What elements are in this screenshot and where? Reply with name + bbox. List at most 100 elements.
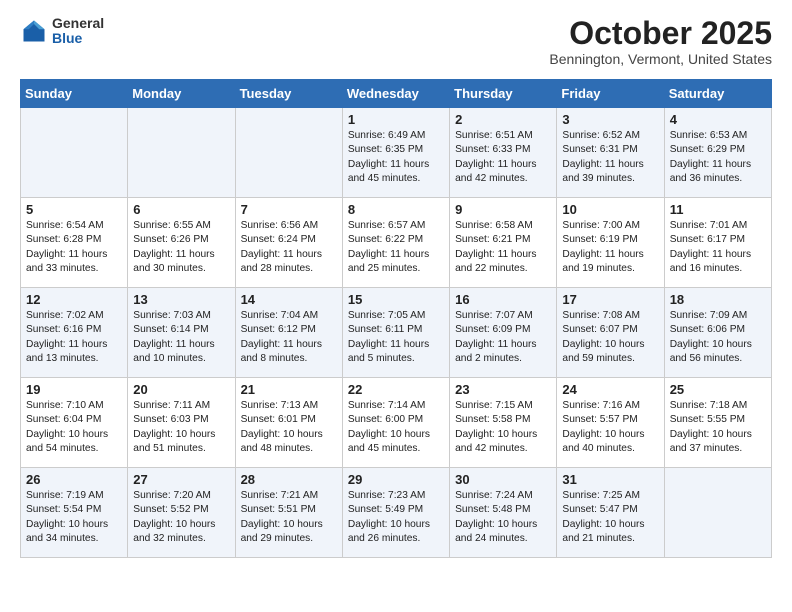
day-info: Sunrise: 6:58 AM Sunset: 6:21 PM Dayligh…	[455, 219, 551, 276]
week-row-5: 26 Sunrise: 7:19 AM Sunset: 5:54 PM Dayli…	[21, 468, 772, 558]
calendar-cell: 22Sunrise: 7:14 AM Sunset: 6:00 PM Dayli…	[342, 378, 449, 468]
day-number: 13	[133, 292, 229, 307]
day-number: 18	[670, 292, 766, 307]
logo-text: General Blue	[52, 16, 104, 47]
calendar-cell: 11 Sunrise: 7:01 AM Sunset: 6:17 PM Dayli…	[664, 198, 771, 288]
day-number: 16	[455, 292, 551, 307]
week-row-1: 1Sunrise: 6:49 AM Sunset: 6:35 PM Daylig…	[21, 108, 772, 198]
day-number: 20	[133, 382, 229, 397]
day-info: Sunrise: 7:05 AM Sunset: 6:11 PM Dayligh…	[348, 309, 444, 366]
calendar-cell: 23 Sunrise: 7:15 AM Sunset: 5:58 PM Dayli…	[450, 378, 557, 468]
calendar-cell: 17Sunrise: 7:08 AM Sunset: 6:07 PM Dayli…	[557, 288, 664, 378]
day-info: Sunrise: 7:19 AM Sunset: 5:54 PM Dayligh…	[26, 489, 122, 546]
weekday-header-row: SundayMondayTuesdayWednesdayThursdayFrid…	[21, 80, 772, 108]
weekday-header-thursday: Thursday	[450, 80, 557, 108]
weekday-header-friday: Friday	[557, 80, 664, 108]
day-number: 31	[562, 472, 658, 487]
weekday-header-sunday: Sunday	[21, 80, 128, 108]
day-info: Sunrise: 7:15 AM Sunset: 5:58 PM Dayligh…	[455, 399, 551, 456]
logo-general-label: General	[52, 16, 104, 31]
day-number: 24	[562, 382, 658, 397]
calendar-cell: 8 Sunrise: 6:57 AM Sunset: 6:22 PM Daylig…	[342, 198, 449, 288]
day-info: Sunrise: 7:01 AM Sunset: 6:17 PM Dayligh…	[670, 219, 766, 276]
calendar-cell: 31Sunrise: 7:25 AM Sunset: 5:47 PM Dayli…	[557, 468, 664, 558]
day-number: 11	[670, 202, 766, 217]
weekday-header-monday: Monday	[128, 80, 235, 108]
day-number: 30	[455, 472, 551, 487]
calendar-cell: 16 Sunrise: 7:07 AM Sunset: 6:09 PM Dayli…	[450, 288, 557, 378]
day-info: Sunrise: 6:49 AM Sunset: 6:35 PM Dayligh…	[348, 129, 444, 186]
calendar-cell: 19 Sunrise: 7:10 AM Sunset: 6:04 PM Dayli…	[21, 378, 128, 468]
day-info: Sunrise: 7:24 AM Sunset: 5:48 PM Dayligh…	[455, 489, 551, 546]
day-number: 15	[348, 292, 444, 307]
calendar-cell: 20Sunrise: 7:11 AM Sunset: 6:03 PM Dayli…	[128, 378, 235, 468]
calendar-cell: 13 Sunrise: 7:03 AM Sunset: 6:14 PM Dayli…	[128, 288, 235, 378]
day-info: Sunrise: 7:23 AM Sunset: 5:49 PM Dayligh…	[348, 489, 444, 546]
calendar-cell: 14 Sunrise: 7:04 AM Sunset: 6:12 PM Dayli…	[235, 288, 342, 378]
day-info: Sunrise: 7:02 AM Sunset: 6:16 PM Dayligh…	[26, 309, 122, 366]
day-info: Sunrise: 7:20 AM Sunset: 5:52 PM Dayligh…	[133, 489, 229, 546]
calendar-cell: 29 Sunrise: 7:23 AM Sunset: 5:49 PM Dayli…	[342, 468, 449, 558]
day-info: Sunrise: 6:53 AM Sunset: 6:29 PM Dayligh…	[670, 129, 766, 186]
day-info: Sunrise: 6:52 AM Sunset: 6:31 PM Dayligh…	[562, 129, 658, 186]
calendar-cell: 4 Sunrise: 6:53 AM Sunset: 6:29 PM Daylig…	[664, 108, 771, 198]
week-row-2: 5Sunrise: 6:54 AM Sunset: 6:28 PM Daylig…	[21, 198, 772, 288]
week-row-4: 19 Sunrise: 7:10 AM Sunset: 6:04 PM Dayli…	[21, 378, 772, 468]
day-info: Sunrise: 7:10 AM Sunset: 6:04 PM Dayligh…	[26, 399, 122, 456]
calendar-cell: 24 Sunrise: 7:16 AM Sunset: 5:57 PM Dayli…	[557, 378, 664, 468]
day-info: Sunrise: 6:51 AM Sunset: 6:33 PM Dayligh…	[455, 129, 551, 186]
location-label: Bennington, Vermont, United States	[549, 51, 772, 67]
page-header: General Blue October 2025 Bennington, Ve…	[20, 16, 772, 67]
calendar-cell: 6Sunrise: 6:55 AM Sunset: 6:26 PM Daylig…	[128, 198, 235, 288]
day-info: Sunrise: 6:57 AM Sunset: 6:22 PM Dayligh…	[348, 219, 444, 276]
logo: General Blue	[20, 16, 104, 47]
calendar-cell: 3 Sunrise: 6:52 AM Sunset: 6:31 PM Daylig…	[557, 108, 664, 198]
calendar-cell: 25 Sunrise: 7:18 AM Sunset: 5:55 PM Dayli…	[664, 378, 771, 468]
day-info: Sunrise: 7:13 AM Sunset: 6:01 PM Dayligh…	[241, 399, 337, 456]
calendar-cell: 26 Sunrise: 7:19 AM Sunset: 5:54 PM Dayli…	[21, 468, 128, 558]
day-info: Sunrise: 6:55 AM Sunset: 6:26 PM Dayligh…	[133, 219, 229, 276]
calendar-cell: 18 Sunrise: 7:09 AM Sunset: 6:06 PM Dayli…	[664, 288, 771, 378]
day-number: 12	[26, 292, 122, 307]
calendar-cell	[664, 468, 771, 558]
day-number: 29	[348, 472, 444, 487]
day-info: Sunrise: 7:07 AM Sunset: 6:09 PM Dayligh…	[455, 309, 551, 366]
day-number: 25	[670, 382, 766, 397]
calendar-cell	[21, 108, 128, 198]
day-info: Sunrise: 7:16 AM Sunset: 5:57 PM Dayligh…	[562, 399, 658, 456]
day-info: Sunrise: 7:00 AM Sunset: 6:19 PM Dayligh…	[562, 219, 658, 276]
day-number: 3	[562, 112, 658, 127]
day-number: 14	[241, 292, 337, 307]
day-number: 19	[26, 382, 122, 397]
calendar-cell: 1Sunrise: 6:49 AM Sunset: 6:35 PM Daylig…	[342, 108, 449, 198]
day-number: 4	[670, 112, 766, 127]
day-number: 10	[562, 202, 658, 217]
day-number: 9	[455, 202, 551, 217]
day-number: 2	[455, 112, 551, 127]
weekday-header-wednesday: Wednesday	[342, 80, 449, 108]
day-number: 17	[562, 292, 658, 307]
calendar-cell: 30 Sunrise: 7:24 AM Sunset: 5:48 PM Dayli…	[450, 468, 557, 558]
logo-icon	[20, 17, 48, 45]
calendar-body: 1Sunrise: 6:49 AM Sunset: 6:35 PM Daylig…	[21, 108, 772, 558]
weekday-header-saturday: Saturday	[664, 80, 771, 108]
calendar-cell: 28Sunrise: 7:21 AM Sunset: 5:51 PM Dayli…	[235, 468, 342, 558]
day-info: Sunrise: 6:54 AM Sunset: 6:28 PM Dayligh…	[26, 219, 122, 276]
day-number: 8	[348, 202, 444, 217]
day-number: 23	[455, 382, 551, 397]
calendar-header: SundayMondayTuesdayWednesdayThursdayFrid…	[21, 80, 772, 108]
day-number: 7	[241, 202, 337, 217]
weekday-header-tuesday: Tuesday	[235, 80, 342, 108]
calendar-cell: 15 Sunrise: 7:05 AM Sunset: 6:11 PM Dayli…	[342, 288, 449, 378]
calendar-cell	[128, 108, 235, 198]
calendar-cell: 27 Sunrise: 7:20 AM Sunset: 5:52 PM Dayli…	[128, 468, 235, 558]
day-number: 27	[133, 472, 229, 487]
day-info: Sunrise: 7:04 AM Sunset: 6:12 PM Dayligh…	[241, 309, 337, 366]
title-block: October 2025 Bennington, Vermont, United…	[549, 16, 772, 67]
day-number: 26	[26, 472, 122, 487]
day-info: Sunrise: 7:18 AM Sunset: 5:55 PM Dayligh…	[670, 399, 766, 456]
calendar-cell: 10 Sunrise: 7:00 AM Sunset: 6:19 PM Dayli…	[557, 198, 664, 288]
day-info: Sunrise: 7:09 AM Sunset: 6:06 PM Dayligh…	[670, 309, 766, 366]
calendar-cell: 2 Sunrise: 6:51 AM Sunset: 6:33 PM Daylig…	[450, 108, 557, 198]
day-info: Sunrise: 7:03 AM Sunset: 6:14 PM Dayligh…	[133, 309, 229, 366]
